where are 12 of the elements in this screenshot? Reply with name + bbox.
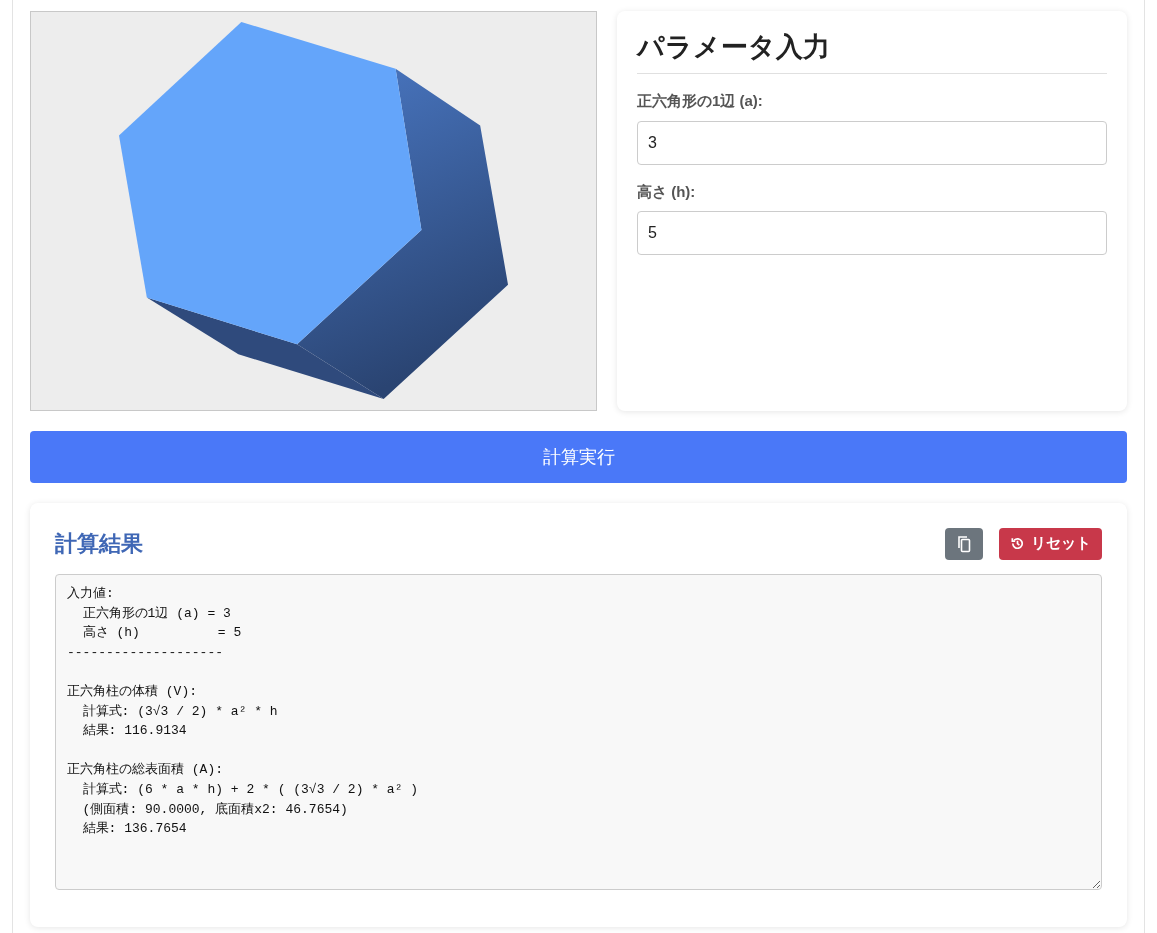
field-label: 高さ (h): [637,181,697,202]
run-button[interactable]: 計算実行 [30,431,1127,483]
card-title: パラメータ入力 [637,29,1107,74]
results-title: 計算結果 [55,530,143,558]
result-textarea[interactable]: 入力値: 正六角形の1辺 (a) = 3 高さ (h) = 5 -------------------- 正六角柱の体積 (V): 計算式: (3√3 / 2) * a² * h 結果: 116.9134 正六角柱の総表面積 (A): 計算式: (6 * a * h) + 2 * ( (3√3 / 2) * a² ) (側面積: 90.0000, 底面積x2: 46.7654) 結果: 136.7654 [55,574,1102,890]
input-field[interactable]: 3 [637,120,1107,165]
copy-button[interactable] [945,527,983,560]
input-field[interactable]: 5 [637,211,1107,255]
copy-icon [956,534,972,553]
reset-button[interactable]: リセット [999,527,1102,560]
history-icon [1010,536,1025,551]
field-label: 正六角形の1辺 (a): [637,91,764,111]
